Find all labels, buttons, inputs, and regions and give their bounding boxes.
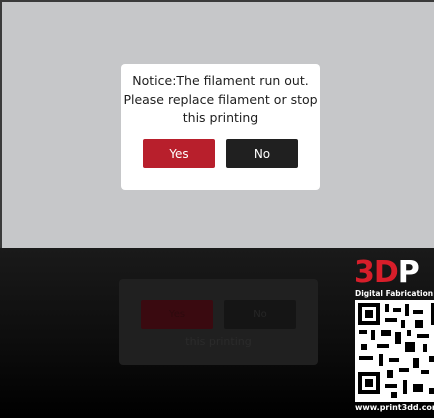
dialog-message-line-3: this printing [182,110,259,125]
logo-partial: P [397,258,420,290]
dialog-message-line-1: Notice:The filament run out. [132,73,309,88]
dialog-message: Notice:The filament run out. Please repl… [121,72,320,128]
no-button[interactable]: No [226,139,298,168]
yes-button[interactable]: Yes [143,139,215,168]
dialog-message-line-2: Please replace filament or stop [123,91,318,107]
reflected-no-button: No [224,300,296,329]
printer-screen: Notice:The filament run out. Please repl… [0,0,434,248]
brand-logo: 3DP [354,258,420,290]
reflected-text: this printing [185,335,252,348]
brand-tagline: Digital Fabrication [355,289,434,298]
reflected-dialog: Yes No this printing [119,279,318,365]
brand-url: www.print3dd.com [355,403,434,412]
logo-3d: 3D [354,258,399,290]
brand-watermark: 3DP Digital Fabrication www.print3dd.com [352,258,434,418]
reflected-yes-button: Yes [141,300,213,329]
qr-code-icon [355,300,434,402]
filament-runout-dialog: Notice:The filament run out. Please repl… [121,64,320,190]
